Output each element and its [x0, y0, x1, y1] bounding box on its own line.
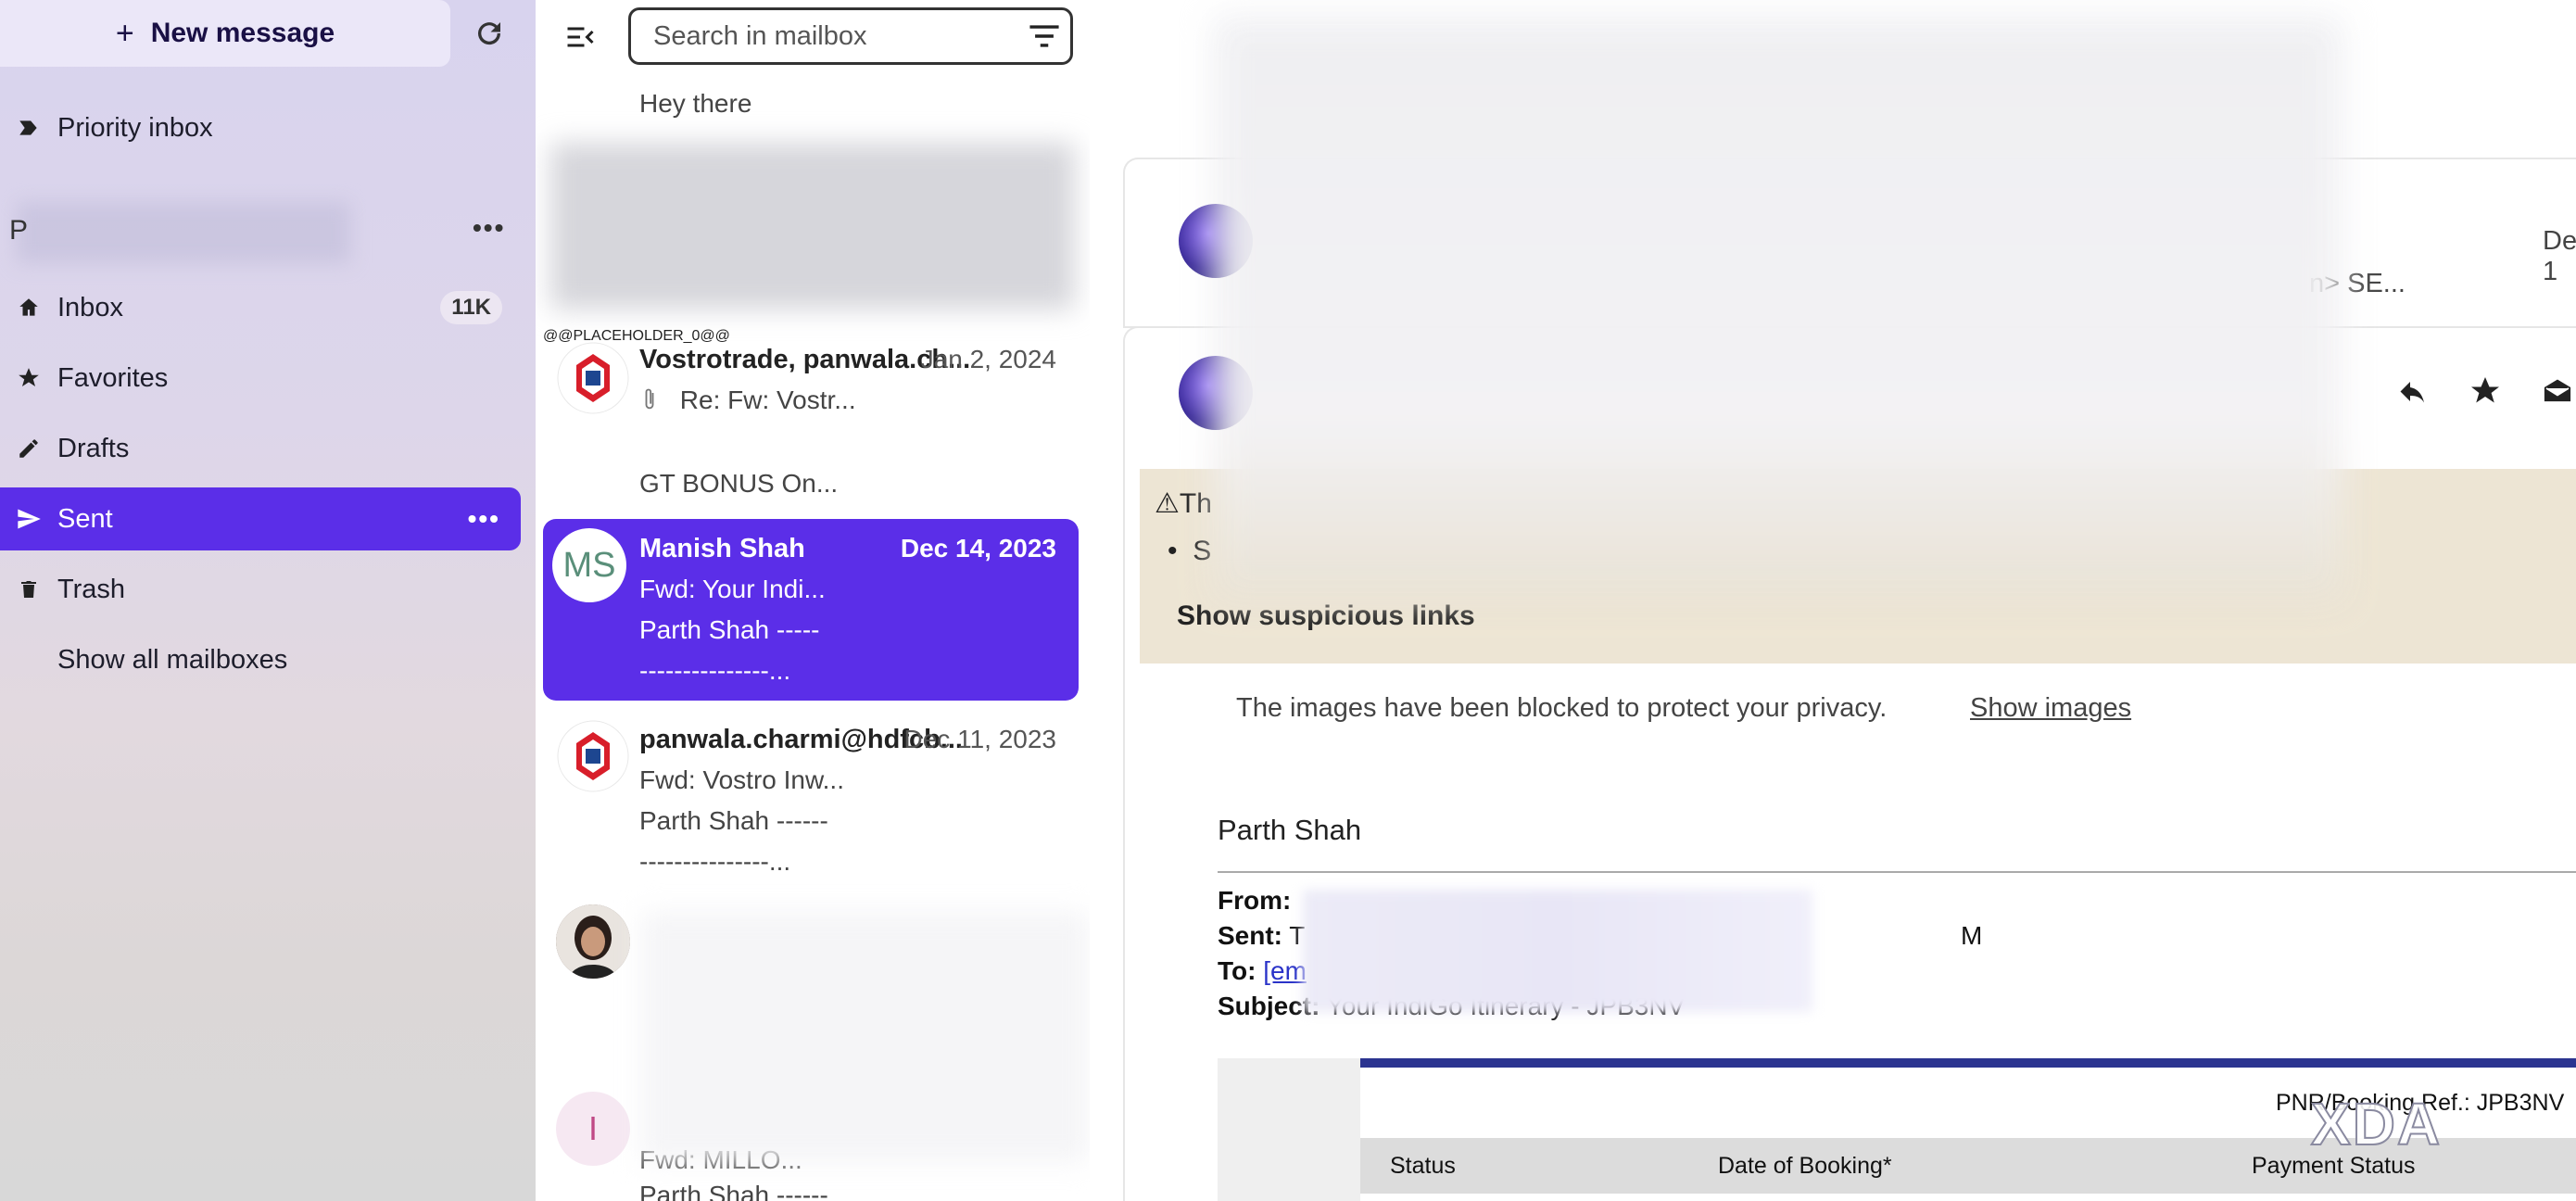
show-suspicious-links-button[interactable]: Show suspicious links — [1177, 600, 1475, 632]
itinerary-top-bar — [1360, 1058, 2576, 1068]
list-item[interactable]: panwala.charmi@hdfcb... Dec 11, 2023 Fwd… — [543, 710, 1079, 891]
home-icon — [0, 296, 57, 320]
priority-icon — [0, 116, 57, 140]
message-sender: Manish Shah — [639, 534, 805, 563]
header-to: To: [em — [1218, 956, 1307, 985]
message-preview: ---------------... — [639, 656, 791, 685]
unread-count-badge: 11K — [440, 291, 502, 324]
avatar — [556, 904, 630, 979]
blurred-header-values — [1303, 890, 1812, 1012]
collapse-menu-icon[interactable] — [563, 20, 597, 54]
sidebar-item-sent[interactable]: Sent ••• — [0, 487, 521, 550]
trash-icon — [0, 577, 57, 601]
account-name-blurred — [17, 202, 350, 263]
column-header-status: Status — [1390, 1152, 1456, 1179]
sidebar-item-priority-inbox[interactable]: Priority inbox — [0, 96, 521, 159]
message-preview: Parth Shah ----- — [639, 615, 820, 644]
attachment-icon — [639, 386, 680, 414]
message-preview: Parth Shah ------ — [639, 806, 828, 835]
show-images-link[interactable]: Show images — [1970, 693, 2131, 724]
body-sender-name: Parth Shah — [1218, 814, 1362, 846]
itinerary-logo-cell — [1218, 1058, 1360, 1201]
reply-icon[interactable] — [2396, 376, 2430, 410]
header-sent: Sent: T — [1218, 921, 1306, 950]
sidebar: + New message Priority inbox P ••• Inbox… — [0, 0, 536, 1201]
column-header-date-of-booking: Date of Booking* — [1718, 1152, 1892, 1179]
xda-watermark: XDA — [2310, 1090, 2443, 1158]
message-date: Dec 11, 2023 — [903, 725, 1057, 753]
refresh-icon[interactable] — [473, 17, 506, 50]
mark-read-icon[interactable] — [2541, 374, 2574, 408]
list-toolbar — [536, 0, 1090, 83]
list-item-preview: Hey there — [639, 89, 752, 118]
sidebar-item-label: Trash — [57, 574, 126, 604]
new-message-button[interactable]: + New message — [0, 0, 450, 67]
hsbc-logo-avatar — [556, 719, 630, 793]
message-preview: ---------------... — [639, 847, 791, 876]
sent-more-button[interactable]: ••• — [468, 504, 500, 534]
list-item-selected[interactable]: MS Manish Shah Dec 14, 2023 Fwd: Your In… — [543, 519, 1079, 701]
sidebar-item-inbox[interactable]: Inbox 11K — [0, 276, 521, 339]
warning-icon: ⚠Th — [1155, 488, 1212, 519]
blurred-header-region — [1214, 17, 2342, 600]
account-letter: P — [9, 215, 29, 246]
message-preview: GT BONUS On... — [639, 469, 839, 498]
sidebar-item-label: Favorites — [57, 362, 169, 393]
star-icon — [0, 366, 57, 390]
hsbc-logo-avatar — [556, 341, 630, 415]
star-icon[interactable] — [2469, 374, 2502, 408]
list-item[interactable]: Vostrotrade, panwala.ch... Jan 2, 2024 R… — [543, 328, 1079, 510]
blurred-message — [641, 912, 1090, 1162]
message-date: Dec 14, 2023 — [900, 534, 1056, 563]
message-preview: Parth Shah ------ — [639, 1181, 828, 1201]
send-icon — [0, 506, 57, 532]
message-subject: Re: Fw: Vostr... — [639, 386, 856, 415]
sidebar-item-label: Sent — [57, 503, 113, 534]
sidebar-item-trash[interactable]: Trash — [0, 558, 521, 621]
search-input[interactable] — [628, 7, 1073, 65]
divider — [1218, 871, 2576, 873]
plus-icon: + — [115, 15, 134, 51]
message-subject: Fwd: Your Indi... — [639, 575, 826, 603]
sidebar-item-label: Priority inbox — [57, 112, 213, 143]
message-subject: Fwd: Vostro Inw... — [639, 765, 844, 794]
message-date: Jan 2, 2024 — [920, 345, 1056, 373]
sidebar-item-drafts[interactable]: Drafts — [0, 417, 521, 480]
reading-pane: Dec 1 n> SE... ⚠Th • S Show suspicious l… — [1090, 0, 2576, 1201]
header-from: From: — [1218, 886, 1292, 915]
new-message-label: New message — [150, 18, 335, 48]
account-more-button[interactable]: ••• — [473, 213, 505, 243]
show-all-mailboxes-link[interactable]: Show all mailboxes — [0, 628, 521, 691]
warning-bullet: • S — [1168, 536, 1212, 566]
thread-date: Dec 1 — [2543, 226, 2576, 286]
filter-icon[interactable] — [1029, 22, 1060, 50]
images-blocked-note: The images have been blocked to protect … — [1236, 693, 1888, 723]
blurred-message — [550, 143, 1075, 310]
sidebar-item-label: Show all mailboxes — [57, 644, 288, 675]
pencil-icon — [0, 436, 57, 461]
avatar: I — [556, 1092, 630, 1166]
message-list: Hey there Vostrotrade, panwala.ch... Jan… — [536, 0, 1092, 1201]
sidebar-item-favorites[interactable]: Favorites — [0, 347, 521, 410]
avatar: MS — [552, 528, 626, 602]
sidebar-item-label: Drafts — [57, 433, 130, 463]
header-sent-tail: M — [1961, 921, 1983, 950]
sidebar-item-label: Inbox — [57, 292, 123, 322]
